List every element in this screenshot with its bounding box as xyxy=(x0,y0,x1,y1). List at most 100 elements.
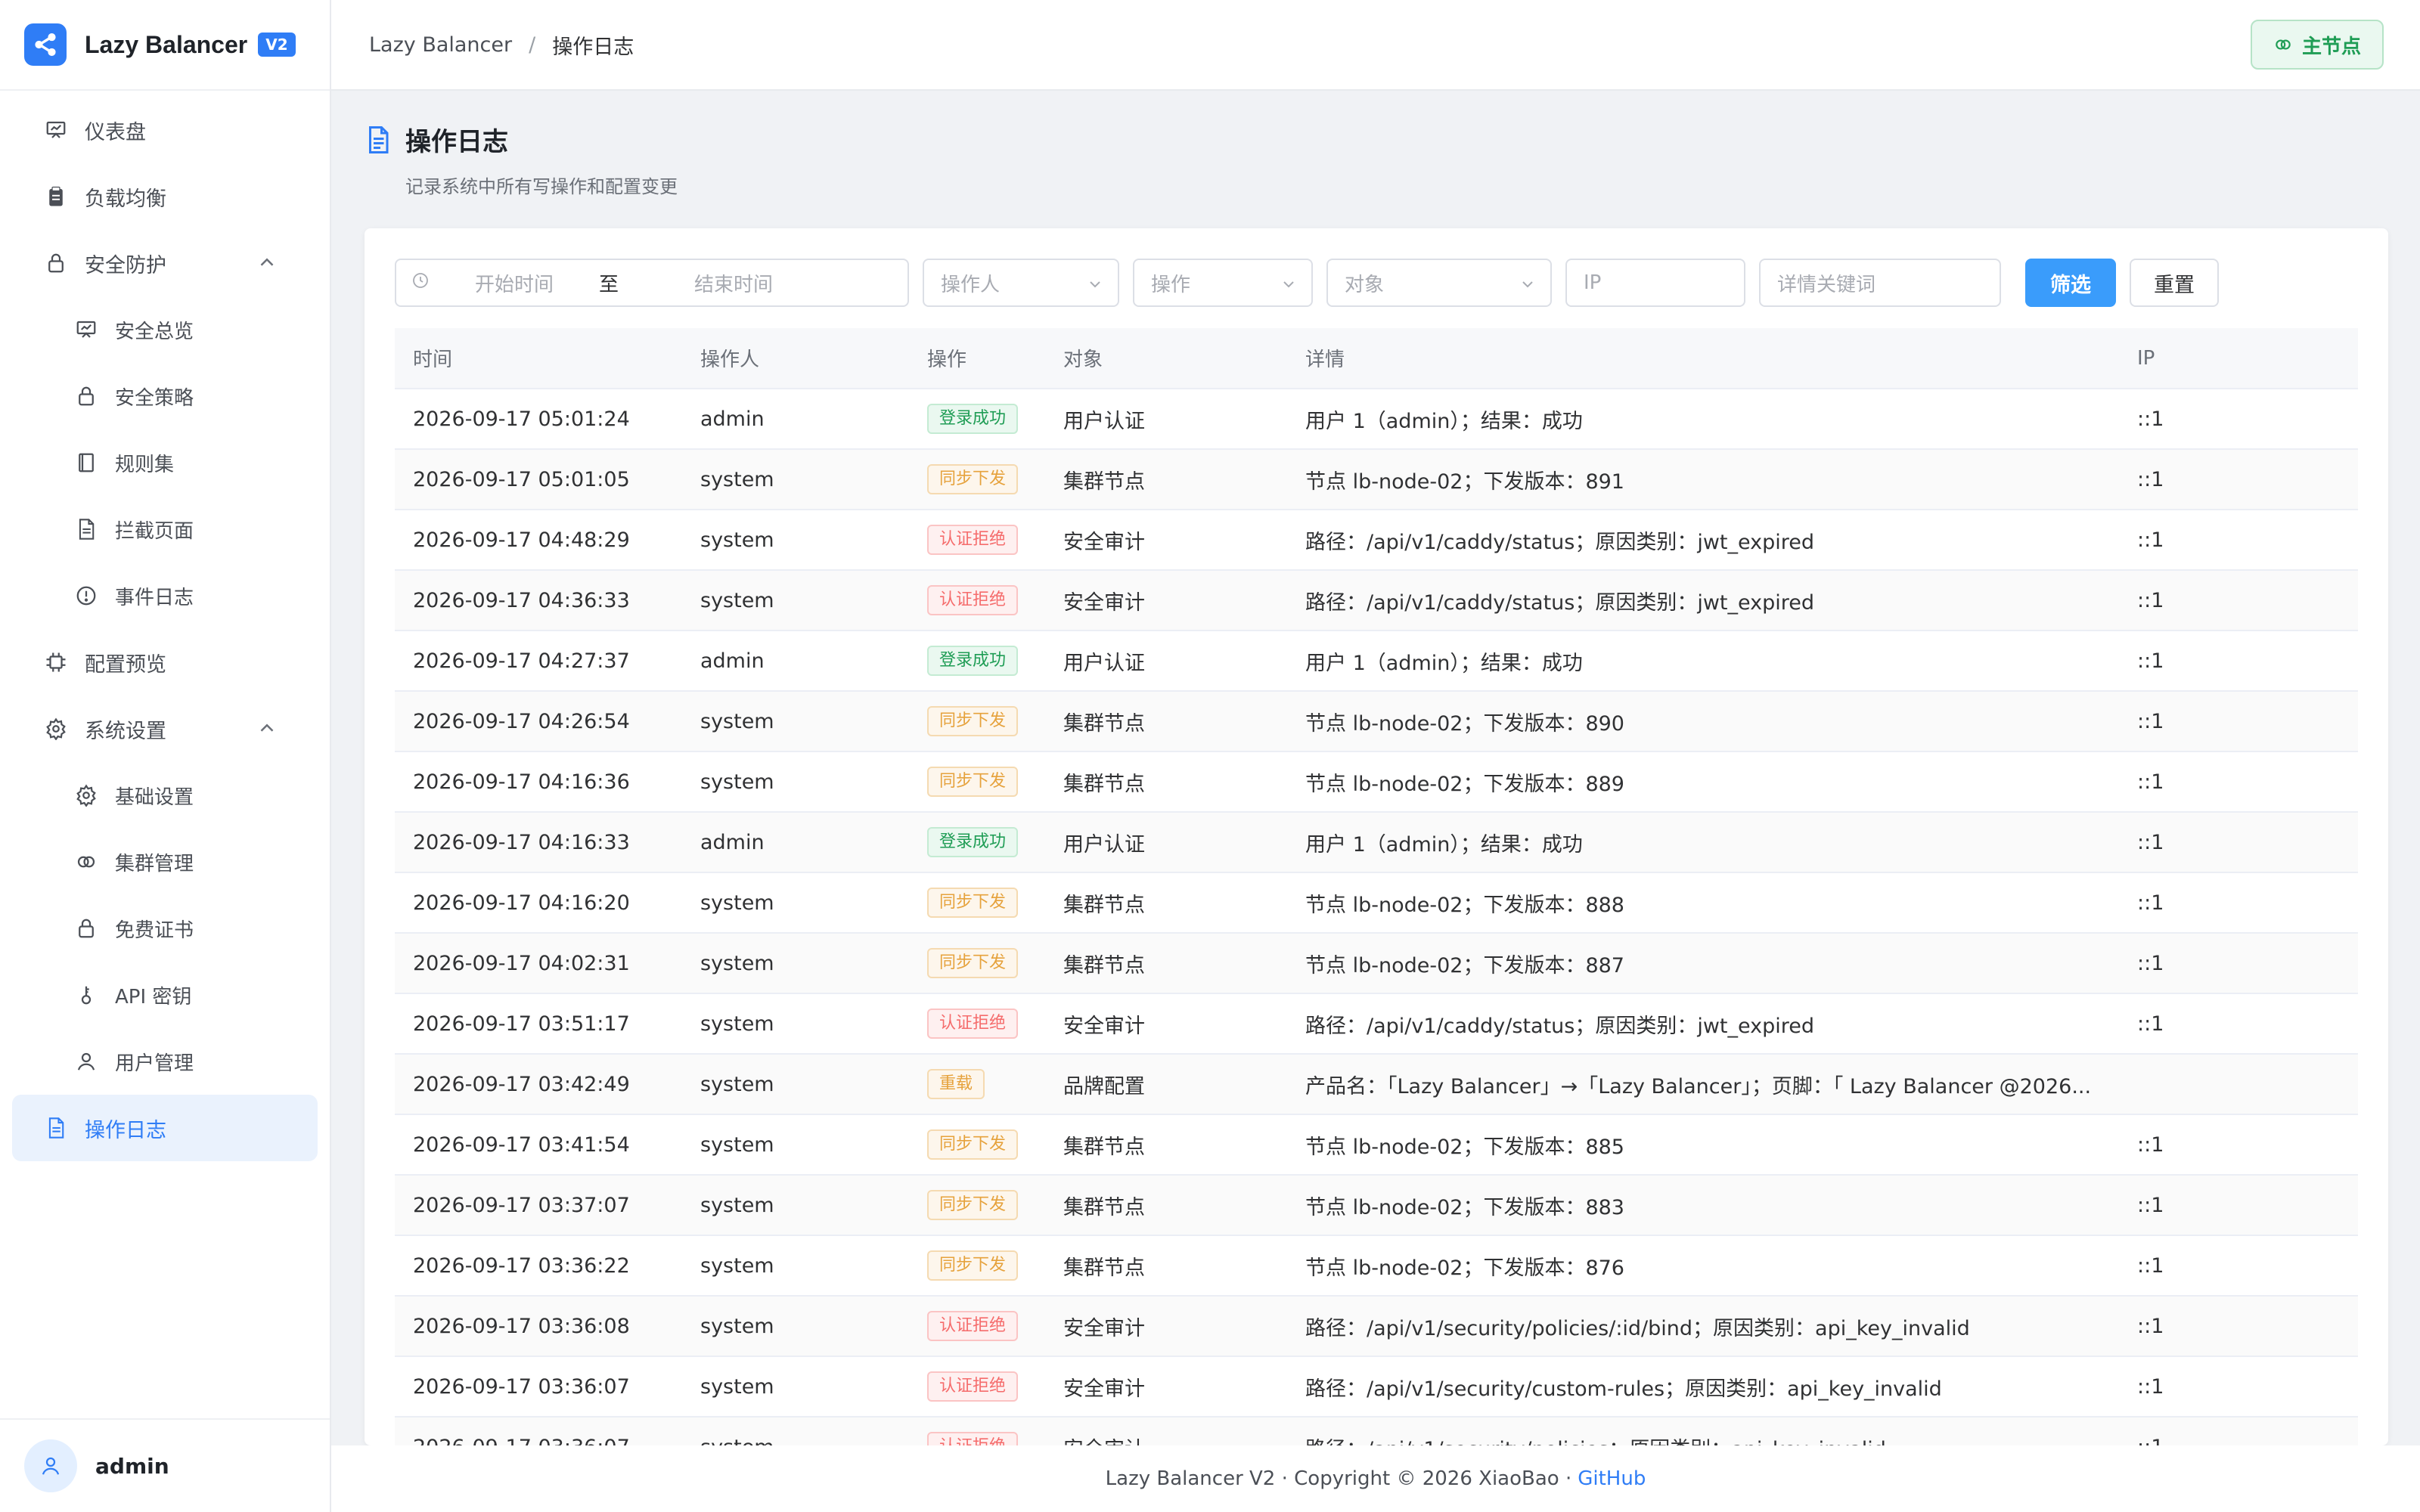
action-select[interactable]: 操作 xyxy=(1133,259,1313,307)
table-row[interactable]: 2026-09-17 03:41:54 system 同步下发 集群节点 节点 lb-n… xyxy=(395,1114,2358,1176)
end-time-input[interactable]: 结束时间 xyxy=(694,269,773,297)
chevron-up-icon[interactable] xyxy=(256,717,278,745)
table-row[interactable]: 2026-09-17 03:36:07system认证拒绝安全审计路径：/api… xyxy=(395,1356,2358,1418)
table-row[interactable]: 2026-09-17 03:36:08 system 认证拒绝 安全审计 路径：/api… xyxy=(395,1296,2358,1357)
ip-input[interactable]: IP xyxy=(1565,259,1745,307)
cell-target: 集群节点 xyxy=(1045,691,1287,752)
cell-operator: system xyxy=(682,1296,909,1357)
sidebar-item-label: 规则集 xyxy=(115,453,175,476)
sidebar-item-label: API 密钥 xyxy=(115,985,192,1009)
cell-detail: 节点 lb-node-02；下发版本：888 xyxy=(1287,872,2119,934)
sidebar-item[interactable]: 安全防护 xyxy=(12,230,318,296)
table-row[interactable]: 2026-09-17 05:01:24 admin 登录成功 用户认证 用户 1（adm… xyxy=(395,389,2358,450)
operator-select-placeholder: 操作人 xyxy=(941,273,1001,296)
cell-action: 同步下发 xyxy=(909,1114,1045,1176)
table-row[interactable]: 2026-09-17 04:16:33 admin 登录成功 用户认证 用户 1（adm… xyxy=(395,812,2358,873)
operator-select[interactable]: 操作人 xyxy=(923,259,1119,307)
breadcrumb-current: 操作日志 xyxy=(552,35,634,59)
document-icon xyxy=(365,125,392,155)
cell-detail: 节点 lb-node-02；下发版本：890 xyxy=(1287,691,2119,752)
keyword-input-placeholder: 详情关键词 xyxy=(1777,273,1876,296)
brand[interactable]: Lazy Balancer V2 xyxy=(0,0,330,91)
column-header-time: 时间 xyxy=(395,328,682,389)
cell-operator: system xyxy=(682,1417,909,1445)
cell-time: 2026-09-17 03:41:54 xyxy=(395,1114,682,1176)
sidebar-item-label: 基础设置 xyxy=(115,785,194,809)
sidebar-item-label: 负载均衡 xyxy=(85,187,166,211)
sidebar-item[interactable]: 免费证书 xyxy=(12,895,318,962)
sidebar-item[interactable]: 安全总览 xyxy=(12,296,318,363)
sidebar-item[interactable]: 配置预览 xyxy=(12,629,318,696)
sidebar-item-label: 配置预览 xyxy=(85,652,166,677)
sidebar-item[interactable]: 基础设置 xyxy=(12,762,318,829)
reset-button[interactable]: 重置 xyxy=(2130,259,2219,307)
user-footer[interactable]: admin xyxy=(0,1418,330,1512)
sidebar-item[interactable]: 操作日志 xyxy=(12,1095,318,1161)
avatar xyxy=(24,1439,77,1492)
cell-detail: 用户 1（admin）；结果：成功 xyxy=(1287,812,2119,873)
cell-action: 同步下发 xyxy=(909,751,1045,813)
table-row[interactable]: 2026-09-17 03:51:17 system 认证拒绝 安全审计 路径：/api… xyxy=(395,993,2358,1055)
breadcrumb-root[interactable]: Lazy Balancer xyxy=(369,33,512,57)
sidebar-item[interactable]: 规则集 xyxy=(12,429,318,496)
sidebar-item[interactable]: 负载均衡 xyxy=(12,163,318,230)
cell-detail: 路径：/api/v1/caddy/status；原因类别：jwt_expired xyxy=(1287,510,2119,571)
page-title: 操作日志 xyxy=(405,127,508,157)
cell-detail: 路径：/api/v1/security/policies；原因类别：api_ke… xyxy=(1287,1417,2119,1445)
cell-ip: ::1 xyxy=(2119,751,2358,813)
cell-ip: ::1 xyxy=(2119,1175,2358,1236)
sidebar-item[interactable]: API 密钥 xyxy=(12,962,318,1028)
cell-ip: ::1 xyxy=(2119,872,2358,934)
target-select[interactable]: 对象 xyxy=(1326,259,1552,307)
action-tag: 同步下发 xyxy=(927,1190,1019,1220)
action-tag: 同步下发 xyxy=(927,888,1019,918)
cell-action: 登录成功 xyxy=(909,389,1045,450)
sidebar-item[interactable]: 集群管理 xyxy=(12,829,318,895)
table-row[interactable]: 2026-09-17 04:48:29 system 认证拒绝 安全审计 路径：/api… xyxy=(395,510,2358,571)
cell-target: 集群节点 xyxy=(1045,1175,1287,1236)
cell-ip xyxy=(2119,1054,2358,1115)
table-row[interactable]: 2026-09-17 03:36:07system认证拒绝安全审计路径：/api… xyxy=(395,1417,2358,1445)
sidebar-item-label: 安全防护 xyxy=(85,253,166,277)
cell-action: 认证拒绝 xyxy=(909,1417,1045,1445)
table-row[interactable]: 2026-09-17 05:01:05 system 同步下发 集群节点 节点 lb-n… xyxy=(395,449,2358,510)
sidebar-item-label: 集群管理 xyxy=(115,852,194,875)
cell-time: 2026-09-17 04:16:33 xyxy=(395,812,682,873)
lock-icon xyxy=(42,249,70,277)
table-row[interactable]: 2026-09-17 04:16:20 system 同步下发 集群节点 节点 lb-n… xyxy=(395,872,2358,934)
action-tag: 认证拒绝 xyxy=(927,1009,1019,1039)
table-row[interactable]: 2026-09-17 04:02:31 system 同步下发 集群节点 节点 lb-n… xyxy=(395,933,2358,994)
keyword-input[interactable]: 详情关键词 xyxy=(1759,259,2001,307)
cell-detail: 用户 1（admin）；结果：成功 xyxy=(1287,631,2119,692)
action-tag: 登录成功 xyxy=(927,827,1019,857)
cell-detail: 节点 lb-node-02；下发版本：889 xyxy=(1287,751,2119,813)
sidebar-item[interactable]: 用户管理 xyxy=(12,1028,318,1095)
sidebar-item[interactable]: 拦截页面 xyxy=(12,496,318,562)
cell-operator: admin xyxy=(682,631,909,692)
user-icon xyxy=(73,1048,100,1075)
clock-icon xyxy=(411,271,430,295)
table-row[interactable]: 2026-09-17 03:37:07 system 同步下发 集群节点 节点 lb-n… xyxy=(395,1175,2358,1236)
table-row[interactable]: 2026-09-17 03:42:49 system 重载 品牌配置 产品名：「Lazy… xyxy=(395,1054,2358,1115)
sidebar-item[interactable]: 系统设置 xyxy=(12,696,318,762)
table-row[interactable]: 2026-09-17 03:36:22 system 同步下发 集群节点 节点 lb-n… xyxy=(395,1235,2358,1297)
cell-ip: ::1 xyxy=(2119,1356,2358,1418)
action-tag: 同步下发 xyxy=(927,767,1019,797)
cell-target: 集群节点 xyxy=(1045,933,1287,994)
date-range-picker[interactable]: 开始时间 至 结束时间 xyxy=(395,259,909,307)
sidebar: Lazy Balancer V2 仪表盘负载均衡安全防护安全总览 安全策略规则集拦… xyxy=(0,0,331,1512)
start-time-input[interactable]: 开始时间 xyxy=(475,269,554,297)
filter-button[interactable]: 筛选 xyxy=(2025,259,2116,307)
cell-time: 2026-09-17 04:16:20 xyxy=(395,872,682,934)
chevron-up-icon[interactable] xyxy=(256,251,278,279)
primary-node-button[interactable]: 主节点 xyxy=(2250,20,2384,70)
sidebar-item[interactable]: 仪表盘 xyxy=(12,97,318,163)
table-row[interactable]: 2026-09-17 04:16:36 system 同步下发 集群节点 节点 lb-n… xyxy=(395,751,2358,813)
table-row[interactable]: 2026-09-17 04:26:54 system 同步下发 集群节点 节点 lb-n… xyxy=(395,691,2358,752)
column-header-operator: 操作人 xyxy=(682,328,909,389)
github-link[interactable]: GitHub xyxy=(1578,1467,1646,1490)
table-row[interactable]: 2026-09-17 04:36:33 system 认证拒绝 安全审计 路径：/api… xyxy=(395,570,2358,631)
sidebar-item[interactable]: 安全策略 xyxy=(12,363,318,429)
sidebar-item[interactable]: 事件日志 xyxy=(12,562,318,629)
table-row[interactable]: 2026-09-17 04:27:37 admin 登录成功 用户认证 用户 1（adm… xyxy=(395,631,2358,692)
